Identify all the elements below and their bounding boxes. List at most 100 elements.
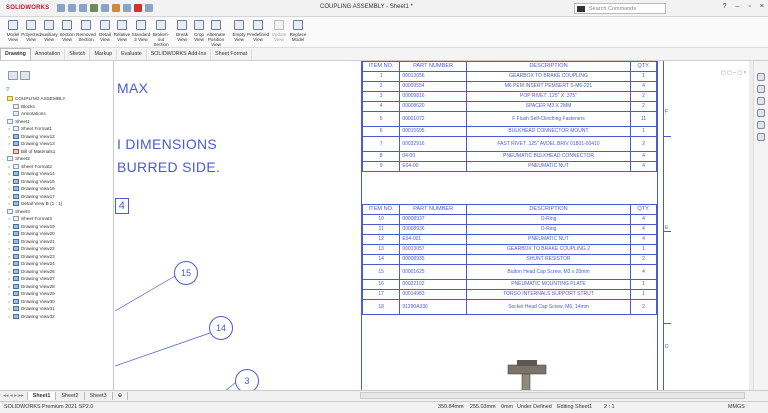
- tree-item[interactable]: > Drawing View31: [2, 305, 113, 313]
- tree-item[interactable]: > Drawing View17: [2, 193, 113, 201]
- bom-cell[interactable]: 1: [629, 279, 658, 290]
- tree-item[interactable]: - Sheet3: [2, 208, 113, 216]
- app-logo[interactable]: SOLIDWORKS: [6, 5, 49, 11]
- balloon-3[interactable]: 3: [235, 369, 259, 391]
- select-icon[interactable]: [123, 4, 132, 12]
- tree-item[interactable]: > Drawing View26: [2, 268, 113, 276]
- add-sheet-icon[interactable]: ⊕: [113, 392, 129, 400]
- bom-row[interactable]: 4 00008620 SPACER M3 X 2MM 2: [361, 101, 658, 112]
- ribbon-button-7[interactable]: Standard 3 View: [130, 19, 152, 47]
- tree-item[interactable]: > Sheet Format1: [2, 125, 113, 133]
- bom-cell[interactable]: PNEUMATIC BULKHEAD CONNECTOR: [466, 151, 631, 162]
- bom-cell[interactable]: 1: [629, 289, 658, 300]
- bom-cell[interactable]: 00009554: [399, 81, 468, 92]
- tree-item[interactable]: > Drawing View12: [2, 133, 113, 141]
- tree-item[interactable]: > Drawing View13: [2, 140, 113, 148]
- status-units[interactable]: MMGS: [728, 402, 745, 413]
- bom-column-header[interactable]: PART NUMBER: [399, 61, 468, 72]
- tree-item[interactable]: > Drawing View20: [2, 230, 113, 238]
- new-document-icon[interactable]: [68, 4, 77, 12]
- bom-cell[interactable]: 10: [361, 214, 401, 225]
- bom-cell[interactable]: 6: [361, 126, 401, 137]
- tree-item[interactable]: > Drawing View27: [2, 275, 113, 283]
- tree-item[interactable]: > Drawing View16: [2, 185, 113, 193]
- bom-cell[interactable]: 4: [629, 234, 658, 245]
- bom-cell[interactable]: 4: [629, 224, 658, 235]
- bom-cell[interactable]: M6 PEM INSERT PEMSERT S-M6-221: [466, 81, 631, 92]
- bom-column-header[interactable]: DESCRIPTION: [466, 61, 631, 72]
- bom-cell[interactable]: 1: [629, 71, 658, 82]
- bom-cell[interactable]: E04-001: [399, 234, 468, 245]
- bom-cell[interactable]: 17: [361, 289, 401, 300]
- bom-cell[interactable]: 4: [629, 264, 658, 280]
- bom-cell[interactable]: 00013056: [399, 71, 468, 82]
- bom-column-header[interactable]: ITEM NO.: [361, 204, 401, 215]
- bom-cell[interactable]: FAST RIVET .125" AVDEL BRIV 01801-00410: [466, 136, 631, 152]
- maximize-icon[interactable]: ▫: [748, 3, 750, 10]
- bom-cell[interactable]: 00014983: [399, 289, 468, 300]
- tree-item[interactable]: > Drawing View15: [2, 178, 113, 186]
- bom-cell[interactable]: BULKHEAD CONNECTOR MOUNT: [466, 126, 631, 137]
- bom-cell[interactable]: 1: [629, 126, 658, 137]
- tree-item[interactable]: > Drawing View14: [2, 170, 113, 178]
- bom-cell[interactable]: 4: [629, 214, 658, 225]
- bom-cell[interactable]: 16: [361, 279, 401, 290]
- bom-cell[interactable]: 12: [361, 234, 401, 245]
- bom-cell[interactable]: 00032916: [399, 136, 468, 152]
- bom-cell[interactable]: 2: [629, 101, 658, 112]
- tree-item[interactable]: > Drawing View22: [2, 245, 113, 253]
- tab-sheet-format[interactable]: Sheet Format: [211, 49, 253, 60]
- property-tab-icon[interactable]: [20, 71, 30, 80]
- bom-row[interactable]: 13 00013057 GEARBOX TO BRAKE COUPLING 21: [361, 244, 658, 255]
- bom-cell[interactable]: 4: [361, 101, 401, 112]
- bom-cell[interactable]: 4: [629, 81, 658, 92]
- tree-item[interactable]: > Drawing View23: [2, 253, 113, 261]
- bom-cell[interactable]: O-Ring: [466, 214, 631, 225]
- rebuild-icon[interactable]: [134, 4, 143, 12]
- bom-row[interactable]: 14 00008935 SHUNT RESISTOR 2: [361, 254, 658, 265]
- bom-cell[interactable]: 00008935: [399, 254, 468, 265]
- help-icon[interactable]: ?: [723, 3, 727, 10]
- bom-row[interactable]: 3 00009816 POP RIVET .125" X .375" 2: [361, 91, 658, 102]
- tree-item[interactable]: > Drawing View29: [2, 290, 113, 298]
- search-commands-input[interactable]: Search Commands: [574, 3, 666, 14]
- bom-row[interactable]: 2 00009554 M6 PEM INSERT PEMSERT S-M6-221 4: [361, 81, 658, 92]
- balloon-15[interactable]: 15: [174, 261, 198, 285]
- bom-row[interactable]: 5 00001072 F Flush Self-Clinching Fastener…: [361, 111, 658, 127]
- bom-row[interactable]: 17 00014983 TORSO INTERNALS SUPPORT STRUT 1: [361, 289, 658, 300]
- tree-item[interactable]: Blocks: [2, 103, 113, 111]
- filter-icon[interactable]: ▿: [6, 85, 10, 93]
- print-icon[interactable]: [101, 4, 110, 12]
- bom-cell[interactable]: 00008620: [399, 101, 468, 112]
- tree-item[interactable]: > Drawing View28: [2, 283, 113, 291]
- ribbon-button-15[interactable]: Replace Model: [287, 19, 309, 47]
- bom-column-header[interactable]: PART NUMBER: [399, 204, 468, 215]
- tab-solidworks-add-ins[interactable]: SOLIDWORKS Add-Ins: [147, 49, 212, 60]
- undo-icon[interactable]: [112, 4, 121, 12]
- feature-tree-tab-icon[interactable]: [8, 71, 18, 80]
- tree-item[interactable]: > Detail View B (1 : 1): [2, 200, 113, 208]
- bom-cell[interactable]: 2: [629, 91, 658, 102]
- tab-sketch[interactable]: Sketch: [65, 49, 91, 60]
- tree-item[interactable]: > Sheet Format3: [2, 215, 113, 223]
- tab-annotation[interactable]: Annotation: [31, 49, 66, 60]
- balloon-14[interactable]: 14: [209, 316, 233, 340]
- bom-row[interactable]: 18 91290A336 Socket Head Cap Screw, M6, 14…: [361, 299, 658, 315]
- bom-cell[interactable]: 7: [361, 136, 401, 152]
- bom-row[interactable]: 6 00015695 BULKHEAD CONNECTOR MOUNT 1: [361, 126, 658, 137]
- appearances-icon[interactable]: [757, 121, 765, 129]
- sheet-tab-2[interactable]: Sheet2: [56, 392, 85, 400]
- bom-cell[interactable]: O-Ring: [466, 224, 631, 235]
- bom-cell[interactable]: 14: [361, 254, 401, 265]
- bom-cell[interactable]: 2: [629, 136, 658, 152]
- tree-item[interactable]: > Drawing View24: [2, 260, 113, 268]
- bom-cell[interactable]: 00013057: [399, 244, 468, 255]
- bom-cell[interactable]: 00015695: [399, 126, 468, 137]
- bom-cell[interactable]: 15: [361, 264, 401, 280]
- bom-row[interactable]: 12 E04-001 PNEUMATIC NUT 4: [361, 234, 658, 245]
- bom-cell[interactable]: PNEUMATIC MOUNTING PLATE: [466, 279, 631, 290]
- bom-cell[interactable]: SPACER M3 X 2MM: [466, 101, 631, 112]
- bom-cell[interactable]: 91290A336: [399, 299, 468, 315]
- bill-of-materials-1[interactable]: ITEM NO. PART NUMBER DESCRIPTION QTY. 1 00013…: [361, 61, 658, 172]
- bom-cell[interactable]: 00008936: [399, 224, 468, 235]
